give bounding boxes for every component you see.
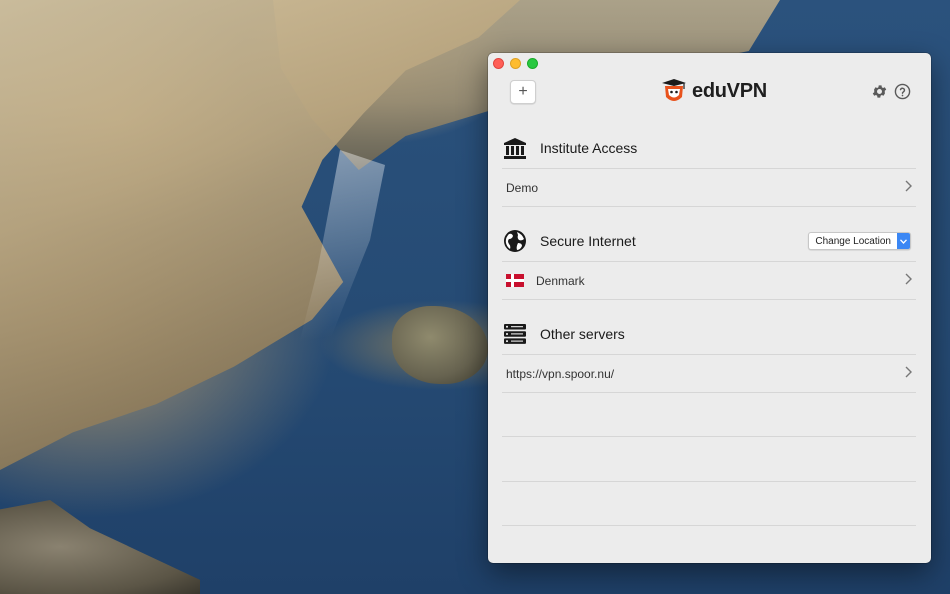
secure-internet-title: Secure Internet [540,233,636,249]
help-icon[interactable] [894,83,911,100]
chevron-down-icon [897,233,910,249]
eduvpn-window: + eduVPN Institute Access Demo Secure In… [488,53,931,563]
change-location-button[interactable]: Change Location [808,232,911,250]
list-item-demo[interactable]: Demo [502,168,916,206]
list-item-label: https://vpn.spoor.nu/ [506,366,615,381]
eduvpn-mascot-icon [662,79,686,101]
top-right-icons [871,83,911,100]
window-zoom-button[interactable] [527,58,538,69]
globe-icon [502,228,528,254]
chevron-right-icon [905,273,912,285]
window-controls [493,58,538,69]
add-server-label: + [518,83,528,100]
section-divider [502,206,916,207]
app-logo: eduVPN [659,77,767,105]
server-icon [502,321,528,347]
institute-access-header: Institute Access [502,128,916,168]
window-close-button[interactable] [493,58,504,69]
app-logo-text: eduVPN [692,80,767,103]
list-item-label: Demo [506,180,539,195]
list-item-server[interactable]: https://vpn.spoor.nu/ [502,354,916,392]
gear-icon[interactable] [871,83,888,100]
institution-icon [502,135,528,161]
list-item-label: Denmark [536,273,585,288]
chevron-right-icon [905,180,912,192]
change-location-label: Change Location [815,235,891,247]
list-divider [502,392,916,393]
list-divider [502,436,916,437]
list-divider [502,481,916,482]
list-divider [502,525,916,526]
chevron-right-icon [905,366,912,378]
denmark-flag-icon [506,274,524,287]
add-server-button[interactable]: + [510,80,536,104]
section-divider [502,299,916,300]
other-servers-title: Other servers [540,326,625,342]
logo-text-vpn: VPN [726,79,768,102]
window-minimize-button[interactable] [510,58,521,69]
list-item-denmark[interactable]: Denmark [502,261,916,299]
logo-text-edu: edu [692,79,727,102]
institute-access-title: Institute Access [540,140,638,156]
other-servers-header: Other servers [502,314,916,354]
